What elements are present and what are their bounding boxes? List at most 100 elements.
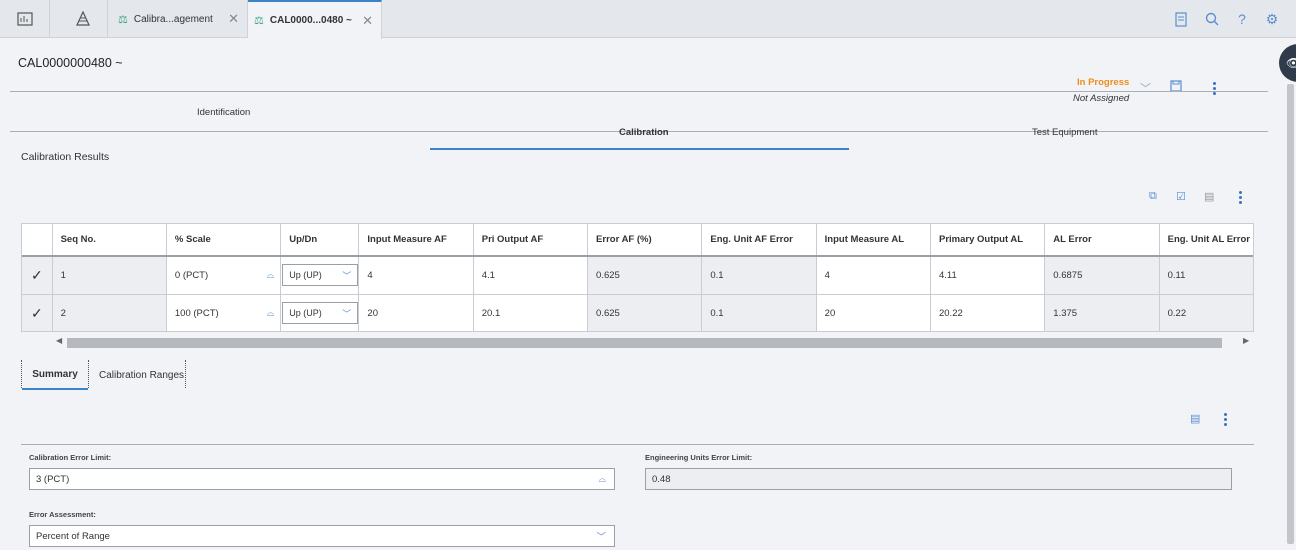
status-badge: In Progress	[1077, 77, 1130, 88]
save-icon[interactable]	[1170, 80, 1182, 95]
table-header-row: Seq No. % Scale Up/Dn Input Measure AF P…	[22, 224, 1253, 257]
section-heading: Calibration Results	[21, 151, 110, 163]
section-identification[interactable]: Identification	[197, 107, 250, 118]
cal-error-limit-field[interactable]: 3 (PCT) ⌓	[29, 468, 615, 490]
error-assessment-value: Percent of Range	[36, 530, 110, 542]
scale-cell[interactable]: 0 (PCT) ⌓	[166, 256, 282, 295]
more-options-icon[interactable]	[1239, 191, 1243, 206]
column-header[interactable]: Eng. Unit AF Error	[701, 224, 817, 257]
updn-select[interactable]: Up (UP) ﹀	[282, 302, 359, 324]
input-measure-al-cell[interactable]: 4	[816, 256, 931, 295]
updn-value: Up (UP)	[289, 308, 322, 318]
tab-calibration-management[interactable]: ⚖ Calibra...agement ✕	[110, 0, 248, 38]
error-af-cell: 0.625	[587, 256, 703, 295]
seq-cell: 2	[52, 294, 167, 331]
page-title: CAL0000000480 ~	[18, 56, 123, 70]
updn-cell[interactable]: Up (UP) ﹀	[280, 256, 360, 295]
unit-picker-icon[interactable]: ⌓	[267, 270, 275, 281]
eng-unit-al-error-cell: 0.22	[1159, 294, 1253, 331]
select-column-header[interactable]	[22, 224, 53, 257]
close-icon[interactable]: ✕	[362, 13, 373, 29]
horizontal-scrollbar[interactable]: ◀ ▶	[21, 336, 1254, 350]
input-measure-al-cell[interactable]: 20	[816, 294, 931, 331]
search-icon[interactable]	[1203, 10, 1221, 28]
error-assessment-select[interactable]: Percent of Range ﹀	[29, 525, 615, 547]
checkmark-icon[interactable]: ✓	[22, 294, 53, 331]
error-assessment-label: Error Assessment:	[29, 510, 96, 519]
eye-icon[interactable]: 👁	[1279, 44, 1296, 82]
column-header[interactable]: Seq No.	[52, 224, 167, 257]
more-options-icon[interactable]	[1213, 82, 1217, 97]
hierarchy-icon[interactable]	[58, 0, 108, 38]
tab-summary[interactable]: Summary	[22, 360, 88, 390]
scroll-right-icon[interactable]: ▶	[1243, 336, 1249, 345]
al-error-cell: 0.6875	[1044, 256, 1160, 295]
section-calibration[interactable]: Calibration	[619, 127, 669, 138]
dashboard-icon[interactable]	[0, 0, 50, 38]
section-test-equipment[interactable]: Test Equipment	[1032, 127, 1097, 138]
unit-picker-icon[interactable]: ⌓	[267, 308, 275, 319]
scale-value: 100 (PCT)	[174, 307, 219, 319]
input-measure-af-cell[interactable]: 4	[358, 256, 474, 295]
column-header[interactable]: Input Measure AL	[816, 224, 931, 257]
scale-value: 0 (PCT)	[174, 269, 209, 281]
updn-value: Up (UP)	[289, 270, 322, 281]
column-header[interactable]: Primary Output AL	[930, 224, 1046, 257]
pri-output-af-cell[interactable]: 4.1	[473, 256, 589, 295]
eng-units-limit-field: 0.48	[645, 468, 1232, 490]
primary-output-al-cell[interactable]: 20.22	[930, 294, 1046, 331]
vertical-scrollbar[interactable]	[1285, 82, 1296, 550]
eng-unit-al-error-cell: 0.11	[1159, 256, 1253, 295]
table-row[interactable]: ✓ 1 0 (PCT) ⌓ Up (UP) ﹀ 4 4.1 0.625 0.1 4 …	[22, 256, 1253, 295]
divider	[21, 444, 1254, 445]
column-header[interactable]: AL Error	[1044, 224, 1160, 257]
scale-icon: ⚖	[118, 13, 128, 26]
divider	[185, 360, 186, 388]
column-header[interactable]: Pri Output AF	[473, 224, 589, 257]
active-section-indicator	[430, 148, 849, 150]
column-header[interactable]: Input Measure AF	[358, 224, 474, 257]
scale-icon: ⚖	[254, 15, 264, 27]
cal-error-limit-value: 3 (PCT)	[36, 473, 70, 485]
primary-output-al-cell[interactable]: 4.11	[930, 256, 1046, 295]
chevron-down-icon: ﹀	[342, 308, 352, 319]
eng-unit-af-error-cell: 0.1	[701, 256, 817, 295]
tab-cal-record[interactable]: ⚖ CAL0000...0480 ~ ✕	[248, 0, 382, 39]
chevron-down-icon[interactable]: ﹀	[1140, 80, 1151, 96]
copy-icon[interactable]: ⧉	[1149, 190, 1157, 203]
eng-units-limit-label: Engineering Units Error Limit:	[645, 453, 753, 462]
divider	[10, 91, 1268, 92]
input-measure-af-cell[interactable]: 20	[358, 294, 474, 331]
gear-icon[interactable]: ⚙	[1263, 10, 1281, 28]
scrollbar-thumb[interactable]	[1287, 84, 1294, 544]
unit-picker-icon[interactable]: ⌓	[598, 474, 606, 485]
close-icon[interactable]: ✕	[228, 11, 239, 27]
column-header[interactable]: Up/Dn	[280, 224, 360, 257]
updn-cell[interactable]: Up (UP) ﹀	[280, 294, 360, 331]
chevron-down-icon: ﹀	[342, 270, 352, 281]
scroll-left-icon[interactable]: ◀	[56, 336, 62, 345]
checkmark-icon[interactable]: ✓	[22, 256, 53, 295]
column-header[interactable]: Eng. Unit AL Error	[1159, 224, 1253, 257]
export-icon[interactable]: ▤	[1204, 190, 1214, 203]
column-header[interactable]: Error AF (%)	[587, 224, 703, 257]
export-icon[interactable]: ▤	[1190, 412, 1200, 425]
scrollbar-thumb[interactable]	[67, 338, 1222, 348]
checkbox-icon[interactable]: ☑	[1176, 190, 1186, 203]
document-icon[interactable]	[1172, 10, 1190, 28]
scale-cell[interactable]: 100 (PCT) ⌓	[166, 294, 282, 331]
help-icon[interactable]: ?	[1233, 10, 1251, 28]
table-row[interactable]: ✓ 2 100 (PCT) ⌓ Up (UP) ﹀ 20 20.1 0.625 0.…	[22, 294, 1253, 331]
cal-error-limit-label: Calibration Error Limit:	[29, 453, 112, 462]
assignee-label: Not Assigned	[1073, 93, 1130, 104]
pri-output-af-cell[interactable]: 20.1	[473, 294, 589, 331]
column-header[interactable]: % Scale	[166, 224, 282, 257]
tab-label: CAL0000...0480 ~	[269, 15, 352, 26]
chevron-down-icon: ﹀	[596, 532, 606, 543]
eng-units-limit-value: 0.48	[652, 473, 671, 485]
more-options-icon[interactable]	[1224, 413, 1228, 428]
tab-calibration-ranges[interactable]: Calibration Ranges	[99, 360, 184, 390]
eng-unit-af-error-cell: 0.1	[701, 294, 817, 331]
updn-select[interactable]: Up (UP) ﹀	[282, 264, 359, 287]
calibration-results-grid: Seq No. % Scale Up/Dn Input Measure AF P…	[21, 223, 1254, 332]
